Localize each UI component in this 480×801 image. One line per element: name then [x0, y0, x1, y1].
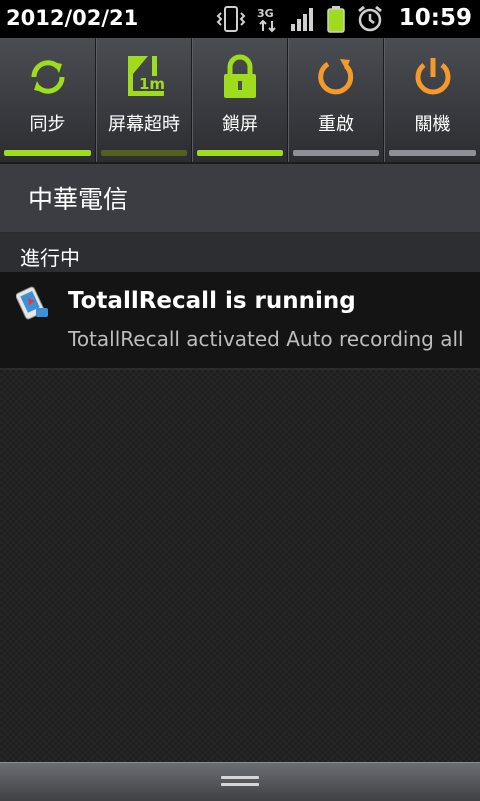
status-time: 10:59	[398, 5, 472, 31]
status-bar: 2012/02/21 3G 10:59	[0, 0, 480, 38]
notification-text: TotallRecall activated Auto recording al…	[68, 327, 462, 351]
toggle-restart-indicator	[293, 150, 379, 156]
toggle-lock-label: 鎖屏	[222, 114, 258, 135]
lock-icon	[218, 54, 262, 100]
toggle-power-label: 關機	[414, 114, 451, 135]
status-icons: 3G	[216, 4, 384, 34]
toggle-sync[interactable]: 同步	[0, 38, 96, 162]
toggle-screen-timeout[interactable]: 1m 屏幕超時	[96, 38, 192, 162]
restart-icon	[314, 54, 358, 100]
totalrecall-app-icon	[16, 286, 48, 320]
battery-icon	[327, 6, 345, 33]
toggle-restart[interactable]: 重啟	[288, 38, 384, 162]
toggle-sync-label: 同步	[29, 114, 66, 135]
toggle-screen-timeout-label: 屏幕超時	[108, 114, 180, 135]
signal-icon	[291, 8, 313, 31]
toggle-restart-label: 重啟	[318, 114, 354, 135]
toggle-sync-indicator	[4, 150, 91, 156]
toggle-power[interactable]: 關機	[384, 38, 480, 162]
network-type-text: 3G	[257, 7, 274, 20]
ongoing-section-header: 進行中	[0, 234, 480, 272]
screen-timeout-icon: 1m	[122, 54, 166, 100]
sync-icon	[26, 54, 70, 100]
toggle-lock-indicator	[197, 150, 283, 156]
network-3g-icon: 3G	[257, 7, 276, 33]
vibrate-icon	[216, 6, 246, 32]
toggle-power-indicator	[389, 150, 476, 156]
status-date: 2012/02/21	[6, 6, 139, 30]
alarm-icon	[358, 5, 382, 32]
carrier-header: 中華電信	[0, 164, 480, 234]
power-icon	[411, 54, 455, 100]
drag-handle-icon	[221, 776, 259, 788]
carrier-name: 中華電信	[28, 185, 129, 214]
toggle-screen-timeout-indicator	[101, 150, 187, 156]
toggle-lock[interactable]: 鎖屏	[192, 38, 288, 162]
screen-timeout-icon-text: 1m	[139, 75, 165, 93]
notification-item[interactable]: TotallRecall is running TotallRecall act…	[0, 272, 480, 370]
notification-panel-background	[0, 370, 480, 762]
ongoing-label: 進行中	[20, 246, 80, 270]
notification-title: TotallRecall is running	[68, 288, 356, 314]
quick-settings-toggles: 同步 1m 屏幕超時 鎖屏 重啟 關機	[0, 38, 480, 162]
panel-close-handle[interactable]	[0, 762, 480, 801]
